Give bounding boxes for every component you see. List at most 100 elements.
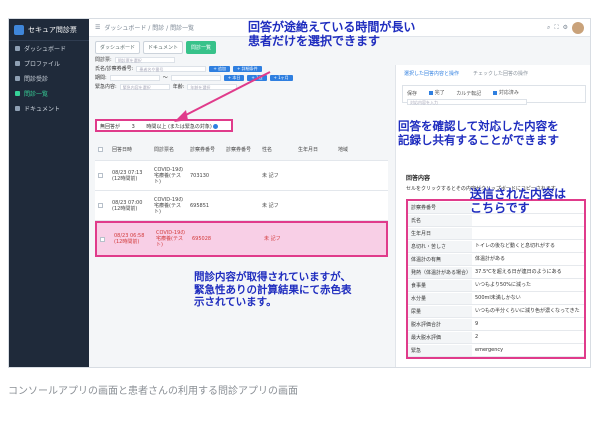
detail-row[interactable]: 脱水評価合計 9	[408, 318, 584, 331]
user-icon	[15, 61, 20, 66]
dashboard-icon	[15, 46, 20, 51]
detail-key: 緊急	[408, 344, 472, 356]
detail-row[interactable]: 氏名	[408, 214, 584, 227]
chip-dashboard[interactable]: ダッシュボード	[95, 41, 141, 54]
sidebar-item-label: プロファイル	[24, 61, 61, 68]
sidebar-item-docs[interactable]: ドキュメント	[9, 101, 89, 116]
form-row-form: 問診票: 問診票を選択	[95, 55, 388, 64]
brand-name: セキュア問診票	[28, 25, 77, 34]
annotation-sent-content: 送信された内容は こちらです	[470, 187, 567, 216]
form-select[interactable]: 問診票を選択	[114, 56, 175, 63]
settings-icon[interactable]: ⚙	[563, 24, 568, 31]
option-done[interactable]: 完了	[428, 89, 445, 96]
detail-key: 最大脱水評価	[408, 331, 472, 343]
detail-key: 息切れ・苦しさ	[408, 240, 472, 252]
option-label: カルテ転記	[456, 90, 482, 97]
sidebar: セキュア問診票 ダッシュボード プロファイル 問診受診 問診一覧 ドキュメント	[9, 19, 89, 367]
chip-list[interactable]: 問診一覧	[186, 41, 217, 54]
detail-value	[472, 218, 584, 222]
detail-value: 体温計がある	[475, 255, 506, 262]
col-datetime[interactable]: 回答日時	[109, 147, 151, 153]
detail-value: いつもより50%に減った	[475, 281, 532, 288]
cell-sex: 未 記フ	[262, 202, 279, 209]
avatar[interactable]	[572, 21, 584, 34]
detail-row[interactable]: 体温計の有無 体温計がある	[408, 253, 584, 266]
date-from-input[interactable]	[109, 74, 160, 81]
detail-key: 診察券番号	[408, 201, 472, 213]
detail-row[interactable]: 最大脱水評価 2	[408, 331, 584, 344]
checkbox-icon	[428, 90, 433, 95]
col-region[interactable]: 地域	[335, 147, 365, 153]
annotation-record-response: 回答を確認して対応した内容を 記録し共有することができます	[398, 119, 559, 147]
cell-id: 703130	[190, 172, 210, 179]
sidebar-item-label: ダッシュボード	[24, 46, 67, 53]
detail-value: トイレの後など動くと息切れがする	[475, 242, 556, 249]
option-handled[interactable]: 対応済み	[492, 89, 519, 96]
section-title: 回答内容	[406, 175, 431, 182]
detail-key: 脱水評価合計	[408, 318, 472, 330]
document-icon	[15, 106, 20, 111]
detail-row[interactable]: 水分量 500ml未満しかない	[408, 292, 584, 305]
table-row[interactable]: 08/23 07:13 (12時間前) COVID-19の 宅療養(テスト) 7…	[95, 161, 388, 191]
sidebar-item-consult[interactable]: 問診受診	[9, 71, 89, 86]
menu-icon[interactable]: ☰	[95, 24, 100, 31]
brand[interactable]: セキュア問診票	[9, 19, 89, 41]
sidebar-item-profile[interactable]: プロファイル	[9, 56, 89, 71]
detail-value	[472, 231, 584, 235]
breadcrumb: ダッシュボード / 問診 / 問診一覧	[104, 25, 195, 32]
detail-value: 37.5℃を超える日が連日のようにある	[475, 268, 562, 275]
cell-id: 695028	[192, 236, 212, 242]
detail-row[interactable]: 生年月日	[408, 227, 584, 240]
table-row-alert[interactable]: 08/23 06:58 (12時間前) COVID-19の 宅療養(テスト) 6…	[95, 221, 388, 257]
detail-row[interactable]: 息切れ・苦しさ トイレの後など動くと息切れがする	[408, 240, 584, 253]
detail-row[interactable]: 発熱（体温計がある場合） 37.5℃を超える日が連日のようにある	[408, 266, 584, 279]
sidebar-item-dashboard[interactable]: ダッシュボード	[9, 41, 89, 56]
note-input[interactable]: 対応内容を入力	[407, 98, 527, 105]
logo-icon	[14, 24, 24, 35]
cell-form: COVID-19の 宅療養(テスト)	[156, 230, 186, 248]
cell-datetime: 08/23 06:58 (12時間前)	[114, 233, 145, 245]
detail-key: 生年月日	[408, 227, 472, 239]
urgent-select[interactable]: 緊急内容を選択	[119, 83, 170, 90]
col-name[interactable]: 性名	[259, 147, 295, 153]
search-icon[interactable]: ⌕	[547, 24, 550, 32]
sidebar-item-label: 問診受診	[24, 76, 49, 83]
detail-row[interactable]: 緊急 emergency	[408, 344, 584, 357]
list-icon	[15, 91, 20, 96]
option-label: 保存	[407, 90, 418, 97]
col-form[interactable]: 問診票名	[151, 147, 187, 153]
cell-sex: 未 記フ	[262, 172, 279, 179]
detail-key: 体温計の有無	[408, 253, 472, 265]
option-save[interactable]: 保存	[407, 90, 417, 97]
cell-id: 695851	[190, 202, 210, 209]
image-caption: コンソールアプリの画面と患者さんの利用する問診アプリの画面	[8, 386, 298, 397]
detail-row[interactable]: 尿量 いつもの半分くらいに減り色が濃くなってきた	[408, 305, 584, 318]
sidebar-item-list[interactable]: 問診一覧	[9, 86, 89, 101]
chip-docs[interactable]: ドキュメント	[143, 41, 184, 54]
detail-row[interactable]: 食事量 いつもより50%に減った	[408, 279, 584, 292]
detail-value: emergency	[475, 346, 504, 353]
cell-form: COVID-19の 宅療養(テスト)	[154, 196, 184, 215]
form-label: 緊急内容:	[95, 84, 117, 90]
table-row[interactable]: 08/23 07:00 (12時間前) COVID-19の 宅療養(テスト) 6…	[95, 191, 388, 221]
cell-sex: 未 記フ	[264, 236, 281, 242]
detail-panel: 選択した回答内容と操作 チェックした回答の操作 保存 完了 カルテ転記 対応済み…	[395, 65, 590, 367]
col-id2[interactable]: 診察券番号	[223, 147, 259, 153]
detail-key: 氏名	[408, 214, 472, 226]
filter-hours-input[interactable]: 3	[132, 124, 135, 130]
detail-key: 水分量	[408, 292, 472, 304]
row-checkbox[interactable]	[98, 173, 103, 178]
col-birth[interactable]: 生年月日	[295, 147, 335, 153]
tab-selected-response[interactable]: 選択した回答内容と操作	[404, 70, 459, 77]
row-checkbox[interactable]	[98, 203, 103, 208]
expand-icon[interactable]: ⛶	[554, 24, 558, 32]
col-id[interactable]: 診察券番号	[187, 147, 223, 153]
form-icon	[15, 76, 20, 81]
select-all-checkbox[interactable]	[98, 147, 103, 152]
detail-key: 発熱（体温計がある場合）	[408, 266, 472, 278]
option-chart[interactable]: カルテ転記	[456, 90, 481, 97]
row-checkbox[interactable]	[100, 236, 105, 242]
tab-checked-response[interactable]: チェックした回答の操作	[473, 70, 528, 77]
sidebar-item-label: ドキュメント	[24, 106, 61, 113]
detail-value: 500ml未満しかない	[475, 294, 521, 301]
